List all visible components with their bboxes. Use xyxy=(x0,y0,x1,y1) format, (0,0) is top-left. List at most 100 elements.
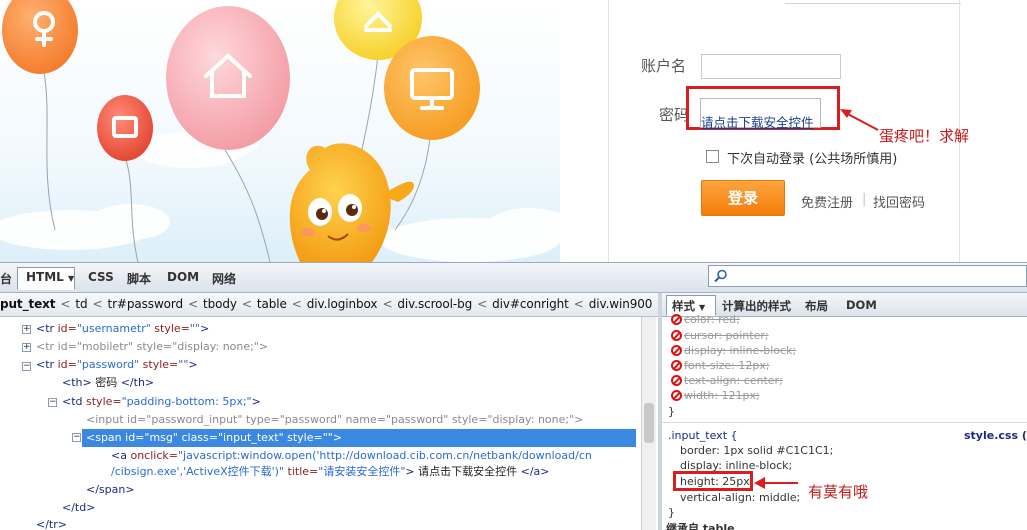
attr-name: style= xyxy=(283,431,323,444)
attr-value: "mobiletr" xyxy=(76,340,134,353)
tag-close: > xyxy=(574,413,584,426)
html-line-password-input[interactable]: <input id="password_input" type="passwor… xyxy=(86,412,583,428)
attr-name: class= xyxy=(177,431,218,444)
css-rule-disabled[interactable]: font-size: 12px; xyxy=(684,358,770,373)
disabled-rule-icon[interactable] xyxy=(671,390,682,401)
inherited-from-label: 继承自 table xyxy=(666,522,735,530)
collapse-toggle-icon[interactable]: − xyxy=(22,362,31,371)
html-line-tr-close[interactable]: </tr> xyxy=(36,517,67,530)
html-code-lines: + <tr id="usernametr" style=""> + <tr id… xyxy=(0,0,656,530)
attr-value: "javascript:window.open('http://download… xyxy=(177,449,592,462)
attr-value: "password" xyxy=(279,413,343,426)
attr-name: title= xyxy=(284,465,319,478)
attr-value: "display: none;" xyxy=(487,413,575,426)
tag-name: <tr xyxy=(36,340,58,353)
side-tab-dom[interactable]: DOM xyxy=(846,298,877,312)
html-line-td-close[interactable]: </td> xyxy=(62,500,95,516)
password-label: 密码 xyxy=(659,106,690,124)
disabled-rule-icon[interactable] xyxy=(671,330,682,341)
attr-value: "padding-bottom: 5px;" xyxy=(121,395,252,408)
attr-name: id= xyxy=(57,358,77,371)
collapse-toggle-icon[interactable]: − xyxy=(72,433,81,442)
disabled-rule-icon[interactable] xyxy=(671,360,682,371)
attr-name: type= xyxy=(242,413,280,426)
login-button[interactable]: 登录 xyxy=(701,180,785,216)
attr-value: "usernametr" xyxy=(76,322,151,335)
login-tab-underline xyxy=(785,0,961,4)
disabled-rule-icon[interactable] xyxy=(671,314,682,325)
remember-me-label: 下次自动登录 (公共场所慎用) xyxy=(727,152,898,167)
tag-close: > xyxy=(251,395,261,408)
css-selector[interactable]: .input_text { xyxy=(668,428,738,443)
attr-value: "password" xyxy=(76,358,140,371)
disabled-rule-icon[interactable] xyxy=(671,345,682,356)
tag-name: <tr xyxy=(36,322,58,335)
attr-name: style= xyxy=(150,322,190,335)
html-line-password-tr[interactable]: <tr id="password" style=""> xyxy=(36,357,198,373)
dropdown-arrow-icon: ▼ xyxy=(699,303,706,312)
css-rule[interactable]: vertical-align: middle; xyxy=(680,490,800,505)
annotation-question-2: 有莫有哦 xyxy=(808,483,869,501)
html-line-span-msg[interactable]: <span id="msg" class="input_text" style=… xyxy=(86,430,342,446)
expand-toggle-icon[interactable]: + xyxy=(22,343,31,352)
attr-value: "请安装安全控件" xyxy=(318,465,406,478)
attr-value: "input_text" xyxy=(218,431,284,444)
recover-password-link[interactable]: 找回密码 xyxy=(873,192,925,211)
tag-close: > xyxy=(188,358,198,371)
text-node: 请点击下载安全控件 xyxy=(414,465,521,478)
attr-value: "password" xyxy=(385,413,449,426)
tag-close: > xyxy=(258,340,269,353)
rule-divider xyxy=(662,422,1027,423)
html-pane-vertical-scrollbar[interactable] xyxy=(641,317,656,530)
attr-name: id= xyxy=(57,340,77,353)
css-rule-disabled[interactable]: display: inline-block; xyxy=(684,343,796,358)
scrollbar-thumb[interactable] xyxy=(644,403,654,443)
attr-value: /cibsign.exe','ActiveX控件下载')" xyxy=(111,465,285,478)
attr-name: name= xyxy=(342,413,386,426)
html-line-th[interactable]: <th> 密码 </th> xyxy=(62,375,154,391)
account-input[interactable] xyxy=(701,54,841,79)
css-rule-disabled[interactable]: width: 121px; xyxy=(684,388,760,403)
css-rule[interactable]: border: 1px solid #C1C1C1; xyxy=(680,443,833,458)
html-line-usernametr[interactable]: <tr id="usernametr" style=""> xyxy=(36,321,209,337)
attr-name: style= xyxy=(448,413,488,426)
tag-name: <th> xyxy=(62,376,92,389)
html-line-anchor-2[interactable]: /cibsign.exe','ActiveX控件下载')" title="请安装… xyxy=(111,464,550,480)
register-link[interactable]: 免费注册 xyxy=(801,192,853,211)
password-control-download-link[interactable]: 请点击下载安全控件 xyxy=(701,112,814,131)
tag-end: </a> xyxy=(520,465,550,478)
css-rule-disabled[interactable]: cursor: pointer; xyxy=(684,328,769,343)
html-line-anchor-1[interactable]: <a onclick="javascript:window.open('http… xyxy=(111,448,592,464)
tag-name: <a xyxy=(111,449,131,462)
attr-name: style= xyxy=(133,340,173,353)
tag-close: > xyxy=(405,465,415,478)
html-line-td[interactable]: <td style="padding-bottom: 5px;"> xyxy=(62,394,261,410)
devtools-search-input[interactable] xyxy=(708,265,1027,287)
attr-name: id= xyxy=(125,431,145,444)
expand-toggle-icon[interactable]: + xyxy=(22,325,31,334)
remember-me-checkbox[interactable] xyxy=(706,150,719,163)
css-rule-disabled[interactable]: color: red; xyxy=(684,312,740,327)
attr-value: "" xyxy=(189,322,200,335)
disabled-rule-icon[interactable] xyxy=(671,375,682,386)
attr-name: style= xyxy=(86,395,122,408)
css-source-link[interactable]: style.css (第 xyxy=(964,428,1027,443)
tag-close: > xyxy=(332,431,343,444)
tag-name: <input xyxy=(86,413,128,426)
attr-value: "" xyxy=(322,431,333,444)
attr-name: style= xyxy=(139,358,179,371)
html-line-span-close[interactable]: </span> xyxy=(86,482,135,498)
css-rule-disabled[interactable]: text-align: center; xyxy=(684,373,783,388)
screenshot-root: 账户名 密码 请点击下载安全控件 蛋疼吧！求解 下次自动登录 (公共场所慎用) … xyxy=(0,0,1027,530)
side-tab-style-label: 样式 xyxy=(672,299,695,313)
annotation-question: 蛋疼吧！求解 xyxy=(879,127,970,145)
link-separator: | xyxy=(862,192,867,207)
html-line-mobiletr[interactable]: <tr id="mobiletr" style="display: none;"… xyxy=(36,339,268,355)
attr-value: "" xyxy=(178,358,189,371)
tag-close: > xyxy=(200,322,210,335)
tag-name: <span xyxy=(86,431,126,444)
css-rule-close-brace: } xyxy=(668,405,675,418)
collapse-toggle-icon[interactable]: − xyxy=(48,398,57,407)
attr-name: onclick= xyxy=(130,449,178,462)
tag-name: <td xyxy=(62,395,87,408)
